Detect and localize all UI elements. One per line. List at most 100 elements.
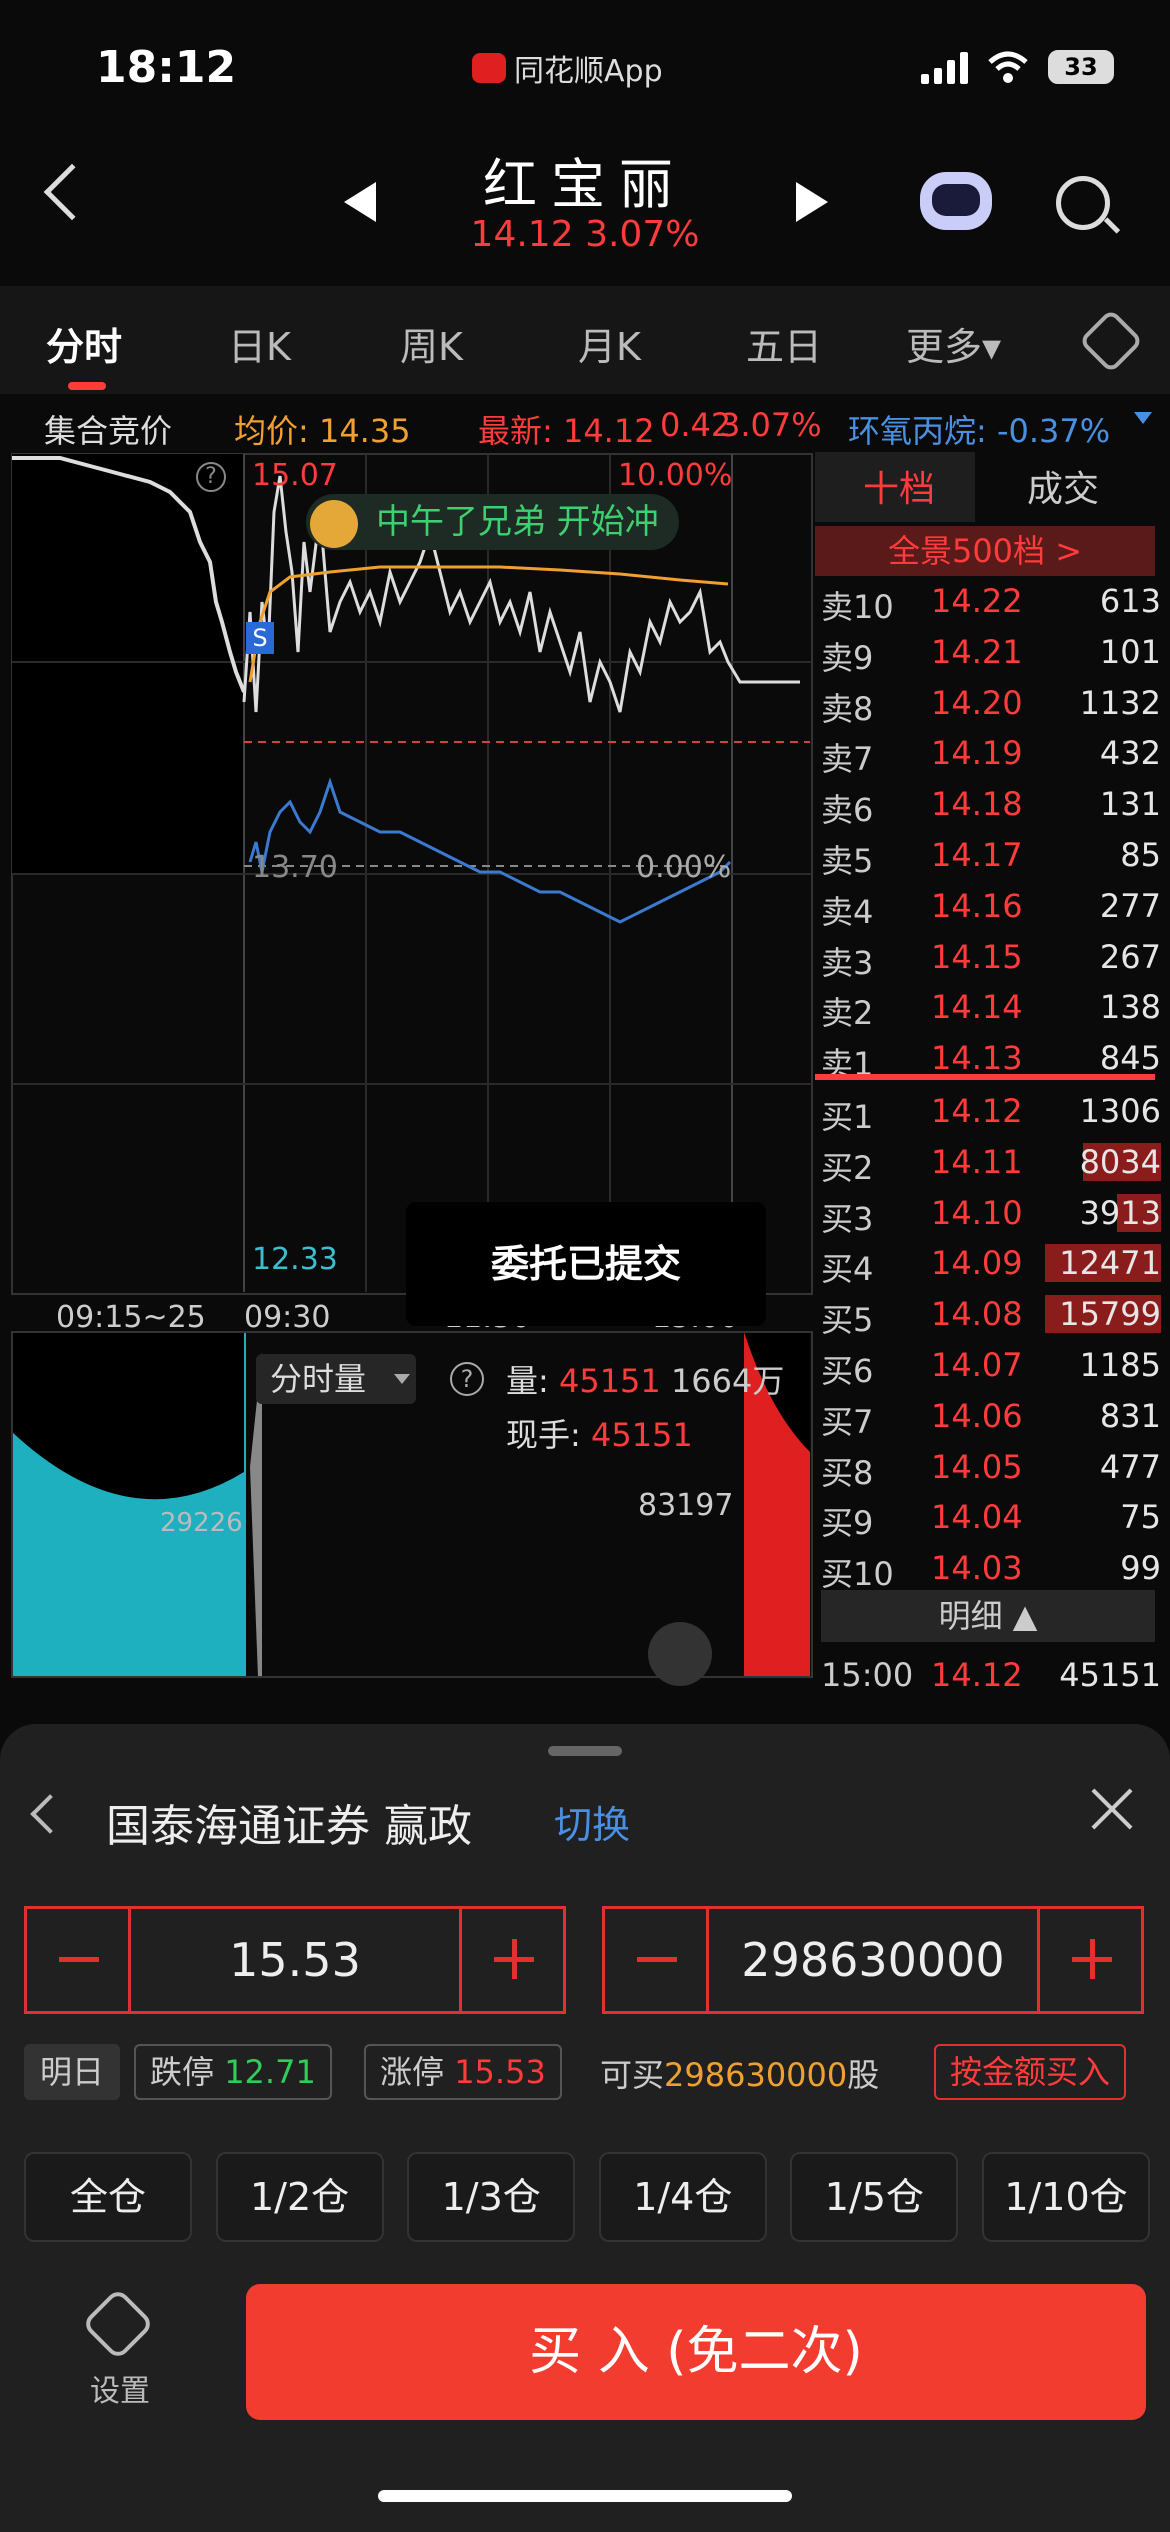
ask-level-label: 卖5 — [821, 842, 874, 880]
home-indicator[interactable] — [378, 2490, 792, 2502]
volume-selector[interactable]: 分时量 — [256, 1354, 417, 1404]
settings-label[interactable]: 设置 — [90, 2366, 150, 2410]
bid-row[interactable]: 买4 14.09 12471 — [821, 1238, 1161, 1288]
tab-ten-levels[interactable]: 十档 — [863, 460, 935, 512]
ask-row[interactable]: 卖6 14.18 131 — [821, 779, 1161, 829]
bid-volume: 477 — [1099, 1447, 1161, 1486]
detail-toggle[interactable]: 明细 ▲ — [821, 1590, 1155, 1642]
ask-row[interactable]: 卖9 14.21 101 — [821, 627, 1161, 677]
bid-level-label: 买3 — [821, 1199, 874, 1238]
bid-volume: 8034 — [1079, 1142, 1161, 1181]
tab-more[interactable]: 更多▾ — [906, 316, 1001, 371]
ask-price: 14.21 — [931, 632, 1023, 671]
volume-auction: 29226 — [160, 1508, 243, 1538]
next-stock-icon[interactable] — [796, 182, 828, 222]
bid-row[interactable]: 买8 14.05 477 — [821, 1442, 1161, 1492]
spread-divider — [815, 1074, 1155, 1080]
limit-down-chip[interactable]: 跌停 12.71 — [134, 2044, 332, 2100]
app-logo-icon — [472, 53, 506, 83]
switch-account-button[interactable]: 切换 — [554, 1794, 630, 1849]
bid-row[interactable]: 买6 14.07 1185 — [821, 1340, 1161, 1390]
ask-level-label: 卖4 — [821, 892, 874, 931]
ask-volume: 845 — [1099, 1039, 1161, 1078]
ask-level-label: 卖8 — [821, 689, 874, 728]
bid-price: 14.07 — [931, 1346, 1023, 1384]
limit-up-chip[interactable]: 涨停 15.53 — [364, 2044, 562, 2100]
ask-price: 14.13 — [931, 1039, 1023, 1078]
position-button[interactable]: 1/10仓 — [982, 2152, 1150, 2242]
stock-price-change: 14.12 3.07% — [470, 214, 700, 255]
tab-intraday[interactable]: 分时 — [46, 316, 122, 371]
full-depth-button[interactable]: 全景500档 > — [815, 526, 1155, 576]
ask-row[interactable]: 卖10 14.22 613 — [821, 576, 1161, 626]
bid-level-label: 买1 — [821, 1098, 874, 1136]
position-button[interactable]: 全仓 — [24, 2152, 192, 2242]
bid-volume: 1185 — [1079, 1346, 1161, 1384]
price-input[interactable]: 15.53 — [131, 1909, 459, 2011]
ask-price: 14.20 — [931, 683, 1023, 722]
ask-level-label: 卖7 — [821, 740, 874, 779]
volume-help-icon[interactable]: ? — [450, 1362, 484, 1396]
bid-row[interactable]: 买9 14.04 75 — [821, 1492, 1161, 1542]
ask-row[interactable]: 卖5 14.17 85 — [821, 830, 1161, 880]
bid-row[interactable]: 买7 14.06 831 — [821, 1391, 1161, 1441]
chart-banner[interactable]: 中午了兄弟 开始冲 — [306, 494, 679, 550]
chart-low-price: 12.33 — [252, 1242, 338, 1277]
buy-button[interactable]: 买 入 (免二次) — [246, 2284, 1146, 2420]
bid-row[interactable]: 买2 14.11 8034 — [821, 1137, 1161, 1187]
buy-by-amount-button[interactable]: 按金额买入 — [934, 2044, 1127, 2100]
auction-label[interactable]: 集合竞价 — [44, 406, 172, 452]
quantity-decrease-button[interactable] — [605, 1909, 709, 2011]
bid-price: 14.04 — [931, 1498, 1023, 1537]
fullscreen-icon[interactable] — [648, 1622, 712, 1686]
ask-row[interactable]: 卖8 14.20 1132 — [821, 678, 1161, 728]
bid-level-label: 买2 — [821, 1148, 874, 1187]
bid-level-label: 买8 — [821, 1453, 874, 1492]
bid-price: 14.06 — [931, 1396, 1023, 1435]
sector-change[interactable]: 环氧丙烷: -0.37% — [848, 406, 1110, 452]
chart-help-icon[interactable]: ? — [196, 462, 226, 492]
position-button[interactable]: 1/3仓 — [407, 2152, 576, 2242]
bid-row[interactable]: 买1 14.12 1306 — [821, 1086, 1161, 1136]
bid-row[interactable]: 买3 14.10 3913 — [821, 1188, 1161, 1238]
chart-mid-pct: 0.00% — [636, 850, 732, 885]
bid-volume: 1306 — [1079, 1092, 1161, 1130]
ask-price: 14.18 — [931, 785, 1023, 824]
tab-five-day[interactable]: 五日 — [746, 316, 822, 371]
ask-price: 14.22 — [931, 582, 1023, 620]
volume-selector-caret-icon[interactable] — [394, 1374, 410, 1384]
intraday-chart[interactable]: 15.07 10.00% ? 中午了兄弟 开始冲 S 13.70 0.00% 1… — [0, 452, 815, 1702]
ask-row[interactable]: 卖2 14.14 138 — [821, 982, 1161, 1032]
ask-volume: 138 — [1099, 988, 1161, 1027]
tab-daily-k[interactable]: 日K — [228, 316, 291, 371]
ask-row[interactable]: 卖3 14.15 267 — [821, 932, 1161, 982]
quantity-input[interactable]: 298630000 — [709, 1909, 1037, 2011]
ask-row[interactable]: 卖7 14.19 432 — [821, 728, 1161, 778]
bid-level-label: 买10 — [821, 1555, 894, 1594]
quantity-increase-button[interactable] — [1037, 1909, 1141, 2011]
search-icon[interactable] — [1056, 176, 1110, 230]
sector-dropdown-icon[interactable] — [1134, 412, 1152, 424]
position-button[interactable]: 1/4仓 — [598, 2152, 767, 2242]
ask-row[interactable]: 卖4 14.16 277 — [821, 881, 1161, 931]
tab-monthly-k[interactable]: 月K — [578, 316, 641, 371]
tab-trades[interactable]: 成交 — [1027, 460, 1099, 512]
robot-assistant-icon[interactable] — [920, 172, 992, 230]
close-icon[interactable] — [1090, 1786, 1134, 1830]
bid-volume: 831 — [1099, 1396, 1161, 1435]
chart-mid-price: 13.70 — [252, 850, 338, 885]
bid-row[interactable]: 买10 14.03 99 — [821, 1543, 1161, 1593]
price-decrease-button[interactable] — [27, 1909, 131, 2011]
volume-readout: 量: 45151 1664万 — [506, 1362, 785, 1400]
position-button[interactable]: 1/5仓 — [790, 2152, 959, 2242]
status-app-label: 同花顺App — [472, 46, 663, 90]
position-button[interactable]: 1/2仓 — [215, 2152, 384, 2242]
bid-price: 14.09 — [931, 1244, 1023, 1283]
bid-row[interactable]: 买5 14.08 15799 — [821, 1289, 1161, 1339]
price-increase-button[interactable] — [459, 1909, 563, 2011]
sheet-handle[interactable] — [548, 1746, 622, 1756]
next-day-tag[interactable]: 明日 — [24, 2044, 121, 2100]
tab-weekly-k[interactable]: 周K — [400, 316, 463, 371]
status-time: 18:12 — [96, 42, 237, 93]
bid-price: 14.12 — [931, 1092, 1023, 1130]
